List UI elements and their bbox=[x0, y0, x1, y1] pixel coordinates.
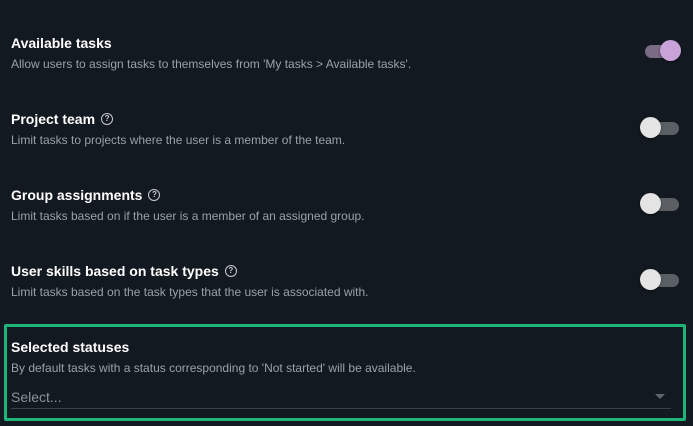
group-assignments-toggle[interactable] bbox=[640, 193, 679, 215]
help-circle-icon[interactable]: ? bbox=[148, 189, 161, 201]
help-circle-icon[interactable]: ? bbox=[224, 265, 237, 277]
select-placeholder: Select... bbox=[11, 389, 62, 405]
statuses-select[interactable]: Select... bbox=[11, 386, 671, 409]
setting-title-text: Selected statuses bbox=[11, 339, 130, 355]
setting-title-text: Group assignments bbox=[11, 187, 143, 203]
setting-user-skills: User skills based on task types ? Limit … bbox=[11, 263, 679, 323]
setting-description: Allow users to assign tasks to themselve… bbox=[11, 57, 412, 71]
setting-description: Limit tasks to projects where the user i… bbox=[11, 133, 346, 147]
chevron-down-icon bbox=[655, 394, 665, 399]
setting-description: Limit tasks based on the task types that… bbox=[11, 285, 369, 299]
setting-title: Selected statuses bbox=[11, 339, 129, 355]
help-circle-icon[interactable]: ? bbox=[101, 113, 114, 125]
toggle-knob bbox=[640, 193, 661, 214]
setting-group-assignments: Group assignments ? Limit tasks based on… bbox=[11, 187, 679, 247]
setting-title: User skills based on task types ? bbox=[11, 263, 237, 279]
toggle-knob bbox=[640, 117, 661, 138]
setting-title: Project team ? bbox=[11, 111, 114, 127]
setting-title-text: Available tasks bbox=[11, 35, 112, 51]
setting-title-text: Project team bbox=[11, 111, 96, 127]
setting-title: Group assignments ? bbox=[11, 187, 161, 203]
toggle-knob bbox=[640, 269, 661, 290]
user-skills-toggle[interactable] bbox=[640, 269, 679, 291]
setting-description: By default tasks with a status correspon… bbox=[11, 361, 416, 375]
setting-title: Available tasks bbox=[11, 35, 112, 51]
available-tasks-toggle[interactable] bbox=[643, 40, 681, 62]
setting-title-text: User skills based on task types bbox=[11, 263, 219, 279]
setting-project-team: Project team ? Limit tasks to projects w… bbox=[11, 111, 679, 171]
project-team-toggle[interactable] bbox=[640, 117, 679, 139]
setting-available-tasks: Available tasks Allow users to assign ta… bbox=[11, 35, 681, 95]
toggle-knob bbox=[660, 40, 681, 61]
setting-description: Limit tasks based on if the user is a me… bbox=[11, 209, 365, 223]
